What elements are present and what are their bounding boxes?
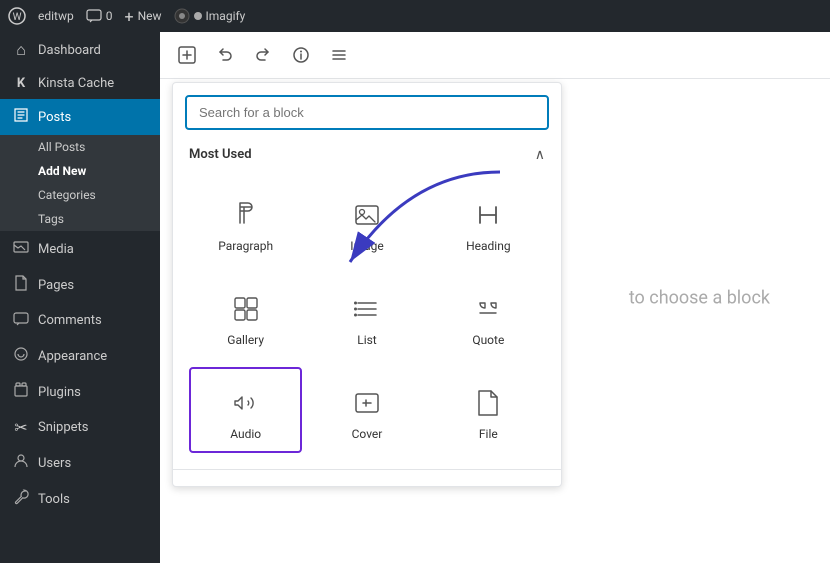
list-icon xyxy=(349,291,385,327)
sidebar-label-plugins: Plugins xyxy=(38,385,81,400)
sidebar-item-kinsta-cache[interactable]: K Kinsta Cache xyxy=(0,68,160,99)
sidebar-item-appearance[interactable]: Appearance xyxy=(0,338,160,374)
plugin-name: Imagify xyxy=(206,9,246,23)
block-grid: Paragraph Image xyxy=(173,171,561,461)
plugin-logo[interactable]: Imagify xyxy=(174,8,246,24)
submenu-categories[interactable]: Categories xyxy=(0,183,160,207)
cover-icon xyxy=(349,385,385,421)
main-content: Most Used ∧ Paragraph xyxy=(160,0,830,563)
audio-label: Audio xyxy=(230,427,261,441)
sidebar-label-posts: Posts xyxy=(38,110,71,125)
sidebar-item-media[interactable]: Media xyxy=(0,231,160,267)
new-label: New xyxy=(138,9,162,23)
posts-icon xyxy=(12,107,30,127)
block-item-list[interactable]: List xyxy=(310,273,423,359)
image-icon xyxy=(349,197,385,233)
heading-label: Heading xyxy=(466,239,511,253)
posts-submenu: All Posts Add New Categories Tags xyxy=(0,135,160,231)
block-item-heading[interactable]: Heading xyxy=(432,179,545,265)
undo-button[interactable] xyxy=(210,40,240,70)
placeholder-text: to choose a block xyxy=(629,287,770,308)
menu-button[interactable] xyxy=(324,40,354,70)
file-label: File xyxy=(479,427,498,441)
quote-icon xyxy=(470,291,506,327)
editor-placeholder: to choose a block xyxy=(629,287,770,308)
media-icon xyxy=(12,239,30,259)
add-block-button[interactable] xyxy=(172,40,202,70)
submenu-tags[interactable]: Tags xyxy=(0,207,160,231)
block-item-paragraph[interactable]: Paragraph xyxy=(189,179,302,265)
sidebar-label-pages: Pages xyxy=(38,278,74,293)
sidebar-label-dashboard: Dashboard xyxy=(38,43,101,58)
sidebar-item-dashboard[interactable]: ⌂ Dashboard xyxy=(0,32,160,68)
info-button[interactable] xyxy=(286,40,316,70)
sidebar-label-users: Users xyxy=(38,456,71,471)
plugin-status xyxy=(194,12,202,20)
sidebar: W editwp ⌂ Dashboard K Kinsta Cache Post… xyxy=(0,0,160,563)
quote-label: Quote xyxy=(472,333,504,347)
sidebar-label-appearance: Appearance xyxy=(38,349,107,364)
wp-logo-link[interactable]: W xyxy=(8,7,26,25)
block-item-quote[interactable]: Quote xyxy=(432,273,545,359)
gallery-icon xyxy=(228,291,264,327)
block-section-header: Most Used ∧ xyxy=(173,138,561,171)
block-item-cover[interactable]: Cover xyxy=(310,367,423,453)
heading-icon xyxy=(470,197,506,233)
sidebar-label-media: Media xyxy=(38,242,74,257)
sidebar-item-pages[interactable]: Pages xyxy=(0,267,160,303)
comments-icon xyxy=(12,311,30,330)
sidebar-item-users[interactable]: Users xyxy=(0,445,160,481)
sidebar-item-posts[interactable]: Posts xyxy=(0,99,160,135)
sidebar-item-tools[interactable]: Tools xyxy=(0,481,160,517)
image-label: Image xyxy=(350,239,383,253)
snippets-icon: ✂ xyxy=(12,418,30,437)
plugins-icon xyxy=(12,382,30,402)
comments-count: 0 xyxy=(106,9,113,23)
appearance-icon xyxy=(12,346,30,366)
block-item-file[interactable]: File xyxy=(432,367,545,453)
svg-text:W: W xyxy=(13,12,22,23)
sidebar-navigation: ⌂ Dashboard K Kinsta Cache Posts All Pos… xyxy=(0,32,160,563)
sidebar-item-snippets[interactable]: ✂ Snippets xyxy=(0,410,160,445)
gallery-label: Gallery xyxy=(227,333,264,347)
sidebar-item-plugins[interactable]: Plugins xyxy=(0,374,160,410)
tools-icon xyxy=(12,489,30,509)
redo-button[interactable] xyxy=(248,40,278,70)
sidebar-label-tools: Tools xyxy=(38,492,70,507)
users-icon xyxy=(12,453,30,473)
admin-bar: W editwp 0 + New Imagify xyxy=(0,0,830,32)
comments-link[interactable]: 0 xyxy=(86,9,113,23)
list-label: List xyxy=(357,333,377,347)
section-label: Most Used xyxy=(189,147,252,162)
audio-icon xyxy=(228,385,264,421)
submenu-all-posts[interactable]: All Posts xyxy=(0,135,160,159)
kinsta-icon: K xyxy=(12,76,30,91)
sidebar-label-comments: Comments xyxy=(38,313,102,328)
editor-area: Most Used ∧ Paragraph xyxy=(160,32,830,563)
new-content-link[interactable]: + New xyxy=(124,7,161,26)
pages-icon xyxy=(12,275,30,295)
block-item-audio[interactable]: Audio xyxy=(189,367,302,453)
site-name-text: editwp xyxy=(38,9,74,23)
section-collapse-button[interactable]: ∧ xyxy=(535,146,545,163)
sidebar-item-comments[interactable]: Comments xyxy=(0,303,160,338)
block-search-container xyxy=(173,83,561,138)
sidebar-label-kinsta: Kinsta Cache xyxy=(38,76,114,91)
paragraph-icon xyxy=(228,197,264,233)
block-inserter-panel: Most Used ∧ Paragraph xyxy=(172,82,562,487)
editor-toolbar xyxy=(160,32,830,79)
block-item-gallery[interactable]: Gallery xyxy=(189,273,302,359)
dashboard-icon: ⌂ xyxy=(12,40,30,60)
file-icon xyxy=(470,385,506,421)
block-item-image[interactable]: Image xyxy=(310,179,423,265)
sidebar-label-snippets: Snippets xyxy=(38,420,89,435)
block-search-input[interactable] xyxy=(185,95,549,130)
cover-label: Cover xyxy=(352,427,383,441)
panel-divider xyxy=(173,469,561,470)
paragraph-label: Paragraph xyxy=(218,239,273,253)
site-name-link[interactable]: editwp xyxy=(38,9,74,23)
submenu-add-new[interactable]: Add New xyxy=(0,159,160,183)
